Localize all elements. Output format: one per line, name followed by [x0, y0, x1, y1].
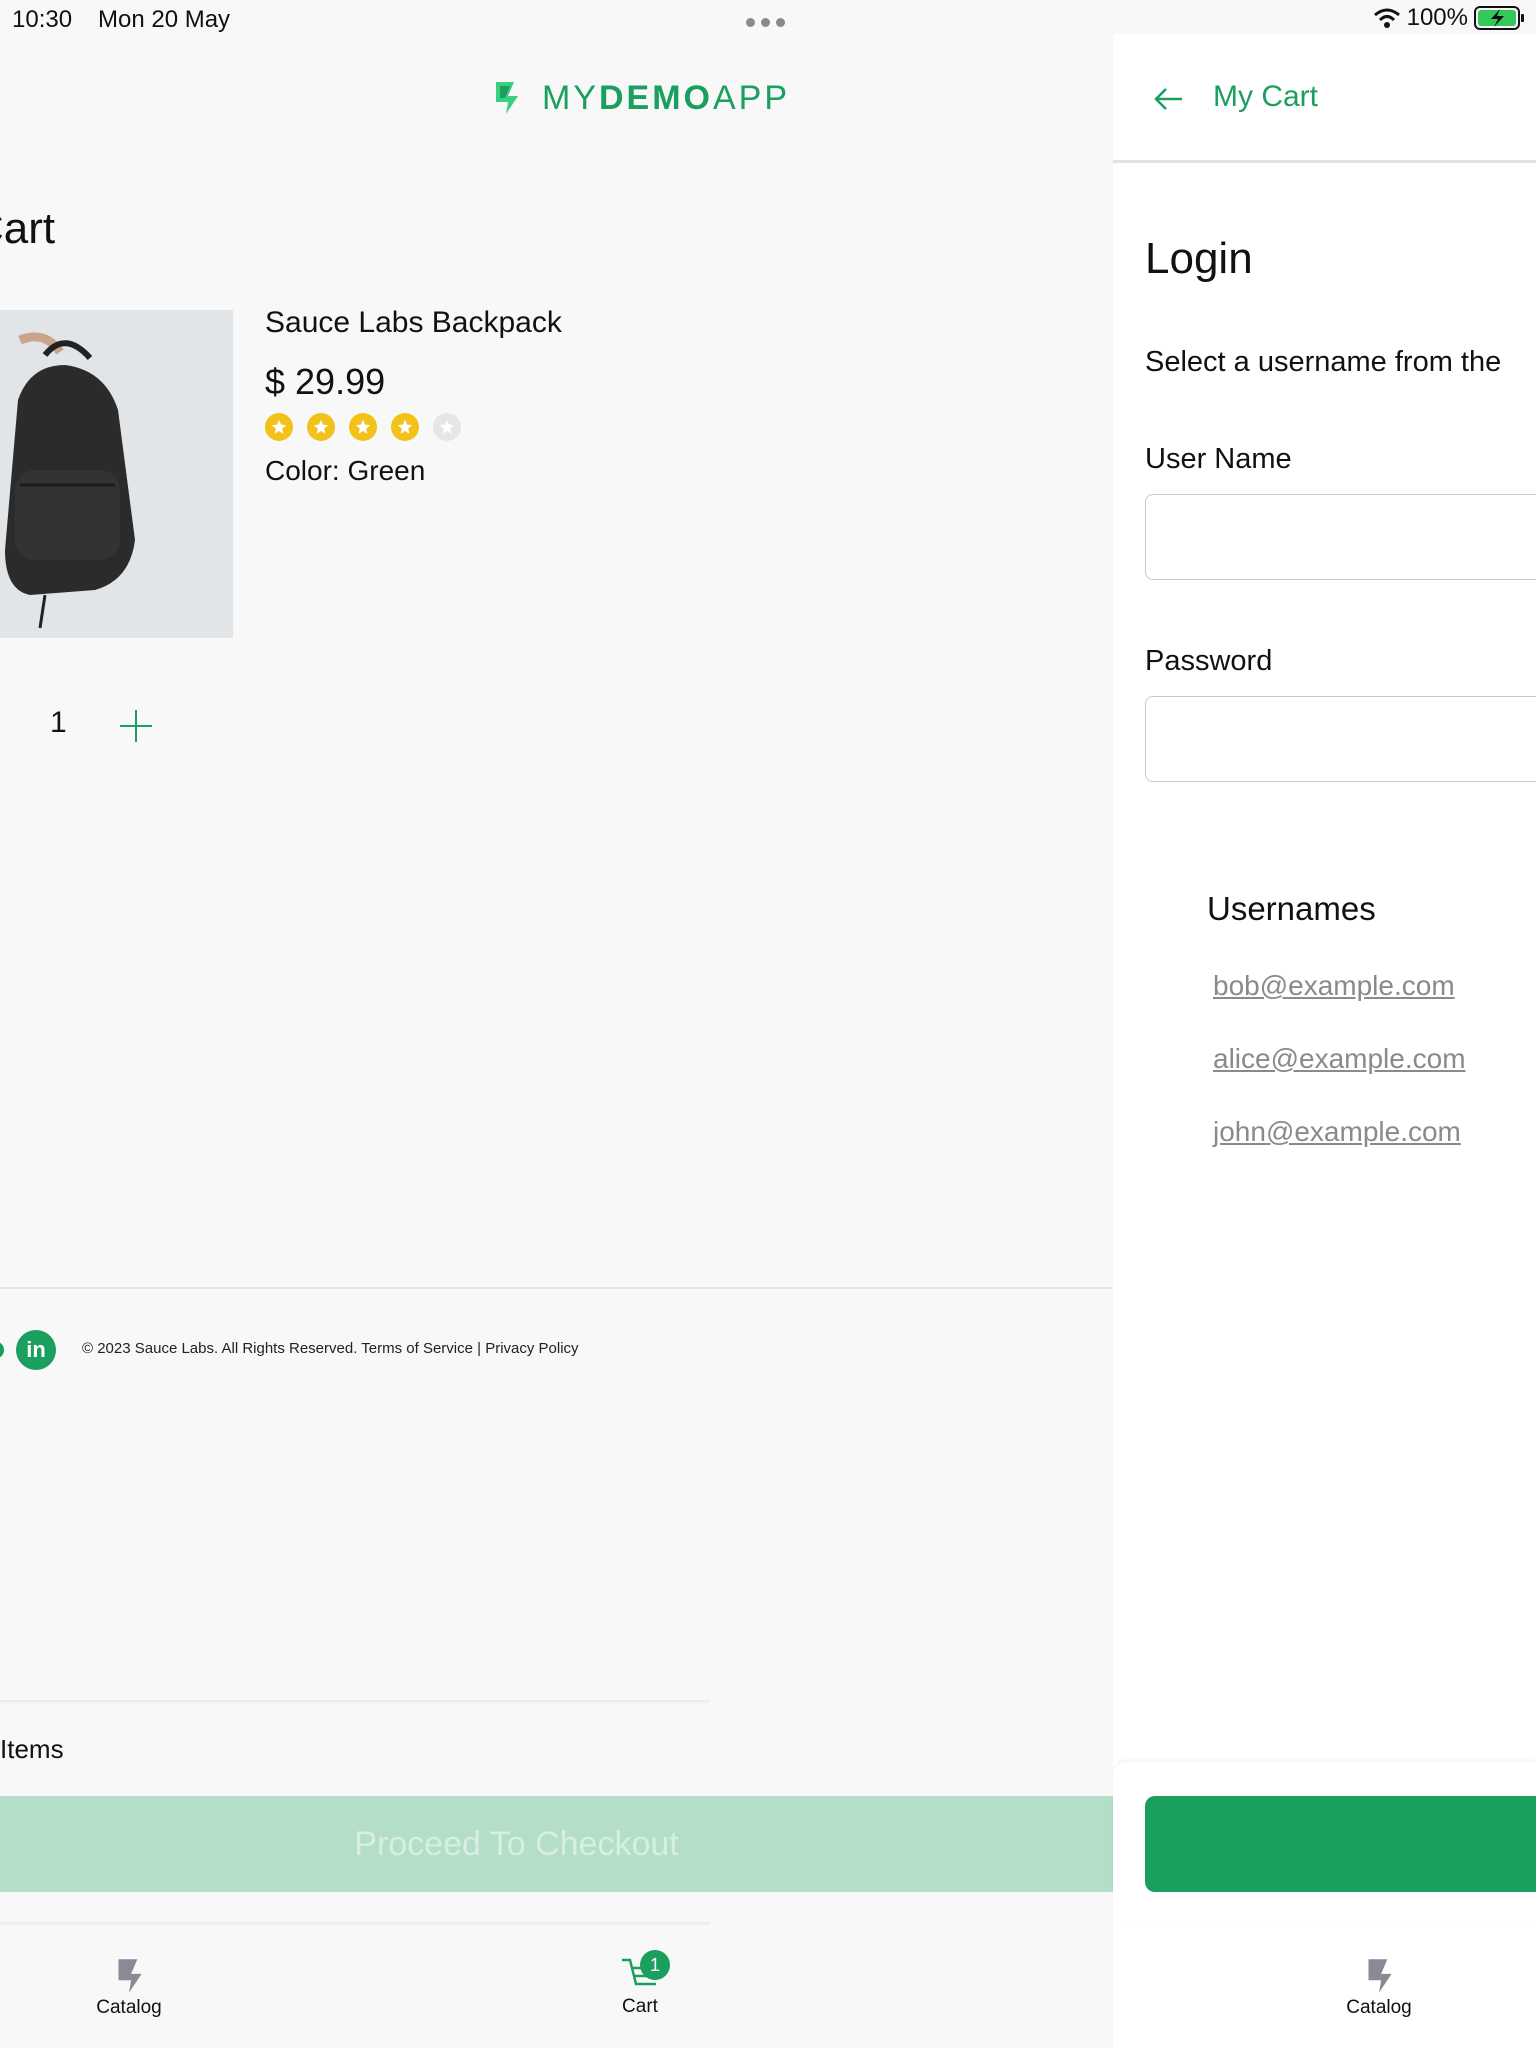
- panel-tabbar: [1113, 1926, 1536, 2048]
- catalog-icon: [118, 1959, 142, 1993]
- login-instructions: Select a username from the: [1145, 346, 1502, 378]
- star-icon: [391, 413, 419, 441]
- wifi-icon: [1373, 8, 1400, 28]
- username-link-alice[interactable]: alice@example.com: [1213, 1043, 1466, 1075]
- battery-icon: [1474, 6, 1524, 30]
- backpack-image: [0, 310, 233, 638]
- product-price: $ 29.99: [265, 361, 386, 402]
- multitasking-dots-icon[interactable]: [746, 18, 785, 27]
- username-label: User Name: [1145, 443, 1292, 475]
- copyright-text: © 2023 Sauce Labs. All Rights Reserved. …: [82, 1340, 579, 1357]
- username-link-john[interactable]: john@example.com: [1213, 1116, 1461, 1148]
- summary-divider: [0, 1700, 710, 1704]
- back-arrow-icon[interactable]: [1152, 82, 1186, 116]
- tab-catalog-label: Catalog: [96, 1997, 162, 2018]
- password-label: Password: [1145, 645, 1273, 677]
- logo-icon: [496, 82, 518, 114]
- star-icon: [349, 413, 377, 441]
- login-button[interactable]: [1145, 1796, 1536, 1892]
- product-color: Color: Green: [265, 455, 426, 486]
- linkedin-icon[interactable]: in: [16, 1330, 56, 1370]
- usernames-heading: Usernames: [1207, 890, 1376, 927]
- tab-catalog-label: Catalog: [1346, 1997, 1412, 2018]
- catalog-icon: [1368, 1959, 1392, 1993]
- password-field[interactable]: [1145, 696, 1536, 782]
- logo-text: MYDEMOAPP: [542, 78, 791, 117]
- quantity-value: 1: [50, 706, 67, 739]
- status-date: Mon 20 May: [98, 6, 231, 33]
- login-title: Login: [1145, 234, 1253, 283]
- tab-cart-label: Cart: [622, 1996, 658, 2017]
- star-icon: [307, 413, 335, 441]
- product-name[interactable]: Sauce Labs Backpack: [265, 306, 562, 340]
- username-field[interactable]: [1145, 494, 1536, 580]
- app-logo: MYDEMOAPP: [486, 78, 790, 118]
- product-rating: [265, 413, 461, 441]
- cart-count-badge: 1: [640, 1950, 670, 1980]
- tab-catalog-panel[interactable]: Catalog: [1332, 1955, 1426, 2019]
- plus-icon[interactable]: [118, 708, 154, 744]
- status-time: 10:30: [12, 6, 73, 33]
- checkout-button-label: Proceed To Checkout: [354, 1824, 679, 1863]
- proceed-to-checkout-button[interactable]: Proceed To Checkout: [0, 1796, 1113, 1892]
- product-image[interactable]: [0, 310, 233, 638]
- tab-cart[interactable]: 1 Cart: [596, 1950, 684, 2018]
- username-link-bob[interactable]: bob@example.com: [1213, 970, 1455, 1002]
- tabbar-divider: [0, 1922, 710, 1926]
- footer-divider: [0, 1287, 1113, 1289]
- tab-catalog[interactable]: Catalog: [82, 1955, 176, 2019]
- battery-percent: 100%: [1406, 4, 1468, 31]
- panel-header-title: My Cart: [1213, 80, 1318, 113]
- login-panel: [1113, 34, 1536, 2048]
- items-total-label: Items: [0, 1734, 64, 1764]
- star-icon: [433, 413, 461, 441]
- star-icon: [265, 413, 293, 441]
- status-indicators: 100%: [1373, 4, 1526, 32]
- page-title: Cart: [0, 204, 56, 253]
